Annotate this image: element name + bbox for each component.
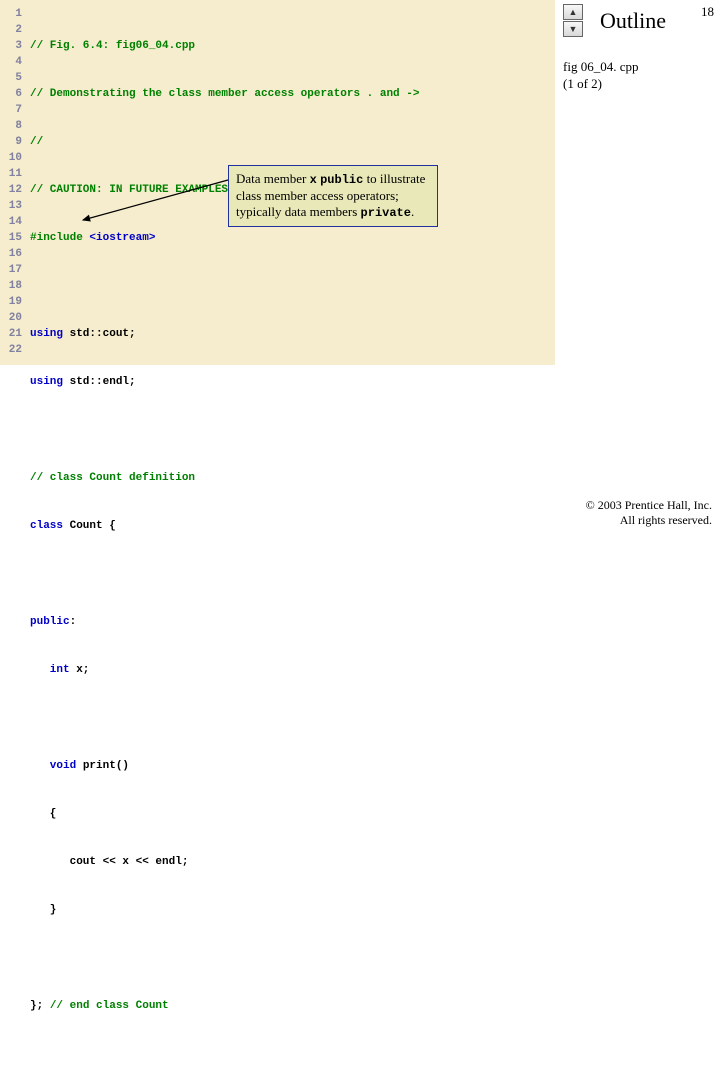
code-include-file: <iostream> [89, 232, 155, 244]
file-label-line: (1 of 2) [563, 75, 638, 92]
code-keyword: using [30, 376, 70, 388]
code-comment: // Fig. 6.4: fig06_04.cpp [30, 40, 195, 52]
callout-mono: x [310, 173, 317, 187]
code-keyword: class [30, 520, 70, 532]
line-number: 6 [0, 86, 26, 102]
line-number: 9 [0, 134, 26, 150]
line-number: 7 [0, 102, 26, 118]
annotation-callout: Data member x public to illustrate class… [228, 165, 438, 227]
line-number: 16 [0, 246, 26, 262]
line-number: 15 [0, 230, 26, 246]
callout-text: . [411, 204, 414, 219]
code-comment: // class Count definition [30, 472, 195, 484]
nav-down-button[interactable]: ▼ [563, 21, 583, 37]
code-keyword: void [30, 760, 76, 772]
line-number: 18 [0, 278, 26, 294]
code-comment: // [30, 136, 43, 148]
line-number: 3 [0, 38, 26, 54]
line-number: 19 [0, 294, 26, 310]
copyright-line: All rights reserved. [586, 513, 712, 528]
code-text: } [30, 904, 56, 916]
line-number: 22 [0, 342, 26, 358]
code-preproc: #include [30, 232, 89, 244]
code-text: print() [76, 760, 129, 772]
line-number: 14 [0, 214, 26, 230]
nav-buttons: ▲ ▼ [563, 4, 583, 38]
line-number: 12 [0, 182, 26, 198]
code-keyword: public [30, 616, 70, 628]
callout-mono: public [320, 173, 363, 187]
line-number: 20 [0, 310, 26, 326]
line-number: 4 [0, 54, 26, 70]
code-comment: // Demonstrating the class member access… [30, 88, 419, 100]
code-text: { [30, 808, 56, 820]
code-keyword: int [30, 664, 70, 676]
line-number: 2 [0, 22, 26, 38]
line-number: 8 [0, 118, 26, 134]
line-number: 13 [0, 198, 26, 214]
file-label-line: fig 06_04. cpp [563, 58, 638, 75]
line-number: 1 [0, 6, 26, 22]
code-keyword: using [30, 328, 70, 340]
nav-up-button[interactable]: ▲ [563, 4, 583, 20]
line-number: 10 [0, 150, 26, 166]
code-text: : [70, 616, 77, 628]
line-number: 17 [0, 262, 26, 278]
code-text: }; [30, 1000, 50, 1012]
code-text: Count { [70, 520, 116, 532]
sidebar: ▲ ▼ Outline 18 fig 06_04. cpp (1 of 2) ©… [555, 0, 720, 540]
code-comment: // end class Count [50, 1000, 169, 1012]
outline-title: Outline [600, 8, 666, 34]
file-label: fig 06_04. cpp (1 of 2) [563, 58, 638, 92]
callout-mono: private [361, 206, 411, 220]
line-number: 21 [0, 326, 26, 342]
callout-text: Data member [236, 171, 310, 186]
code-text: cout << x << endl; [30, 856, 188, 868]
slide-number: 18 [701, 4, 714, 20]
code-text: std::cout; [70, 328, 136, 340]
line-number: 11 [0, 166, 26, 182]
copyright-line: © 2003 Prentice Hall, Inc. [586, 498, 712, 513]
line-number: 5 [0, 70, 26, 86]
line-number-gutter: 1 2 3 4 5 6 7 8 9 10 11 12 13 14 15 16 1… [0, 6, 26, 358]
code-text: std::endl; [70, 376, 136, 388]
code-text: x; [70, 664, 90, 676]
copyright: © 2003 Prentice Hall, Inc. All rights re… [586, 498, 712, 528]
